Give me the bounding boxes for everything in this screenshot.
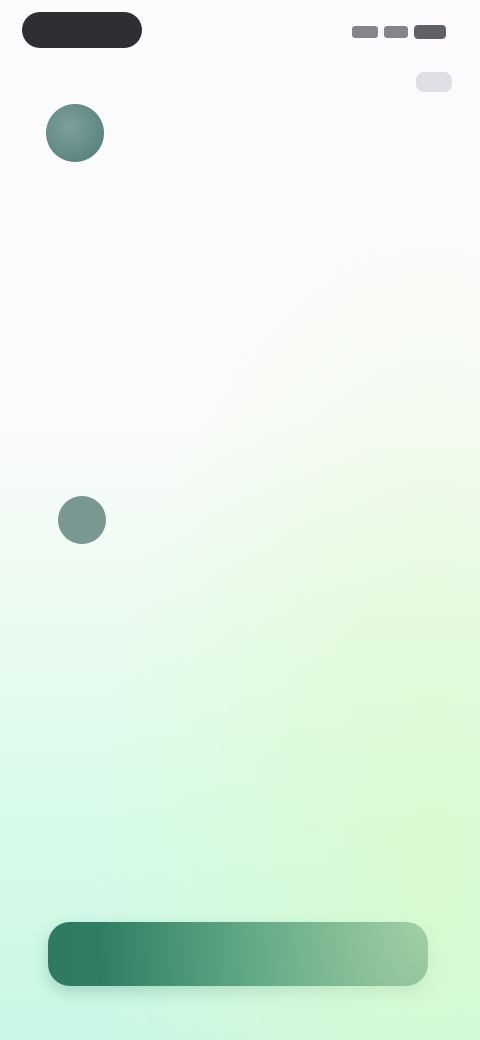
status-icons bbox=[352, 22, 446, 42]
battery-icon bbox=[414, 25, 446, 39]
app-logo-icon bbox=[46, 104, 104, 162]
user-card[interactable] bbox=[56, 466, 436, 574]
signal-icon bbox=[352, 26, 378, 38]
primary-action-button[interactable] bbox=[48, 922, 428, 986]
header-action-button[interactable] bbox=[416, 72, 452, 92]
avatar bbox=[58, 496, 106, 544]
wifi-icon bbox=[384, 26, 408, 38]
status-bar bbox=[0, 0, 480, 64]
status-time-pill bbox=[22, 12, 142, 48]
